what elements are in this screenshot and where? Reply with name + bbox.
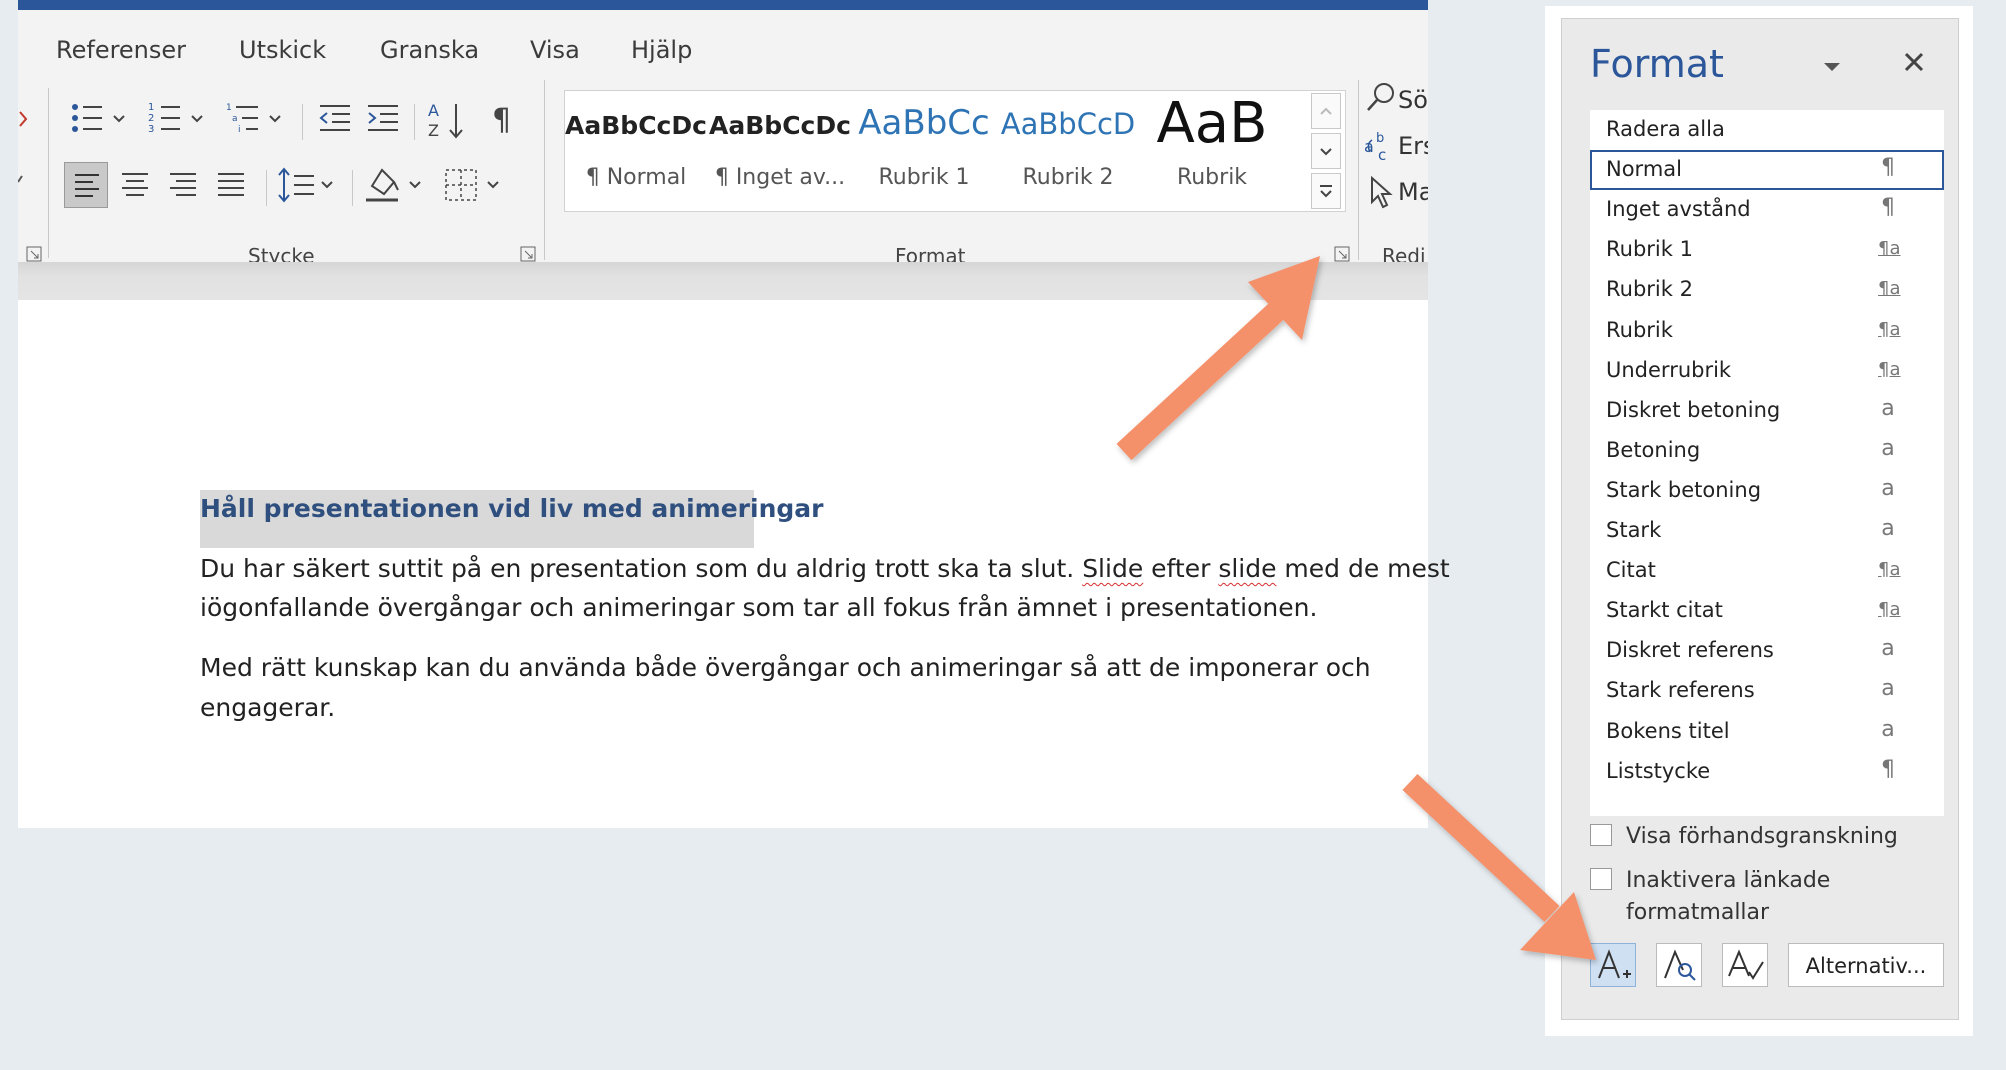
arrow-to-new-style-button (1402, 773, 1596, 960)
arrow-to-styles-launcher (1116, 256, 1320, 461)
annotation-arrows (1116, 256, 1596, 960)
